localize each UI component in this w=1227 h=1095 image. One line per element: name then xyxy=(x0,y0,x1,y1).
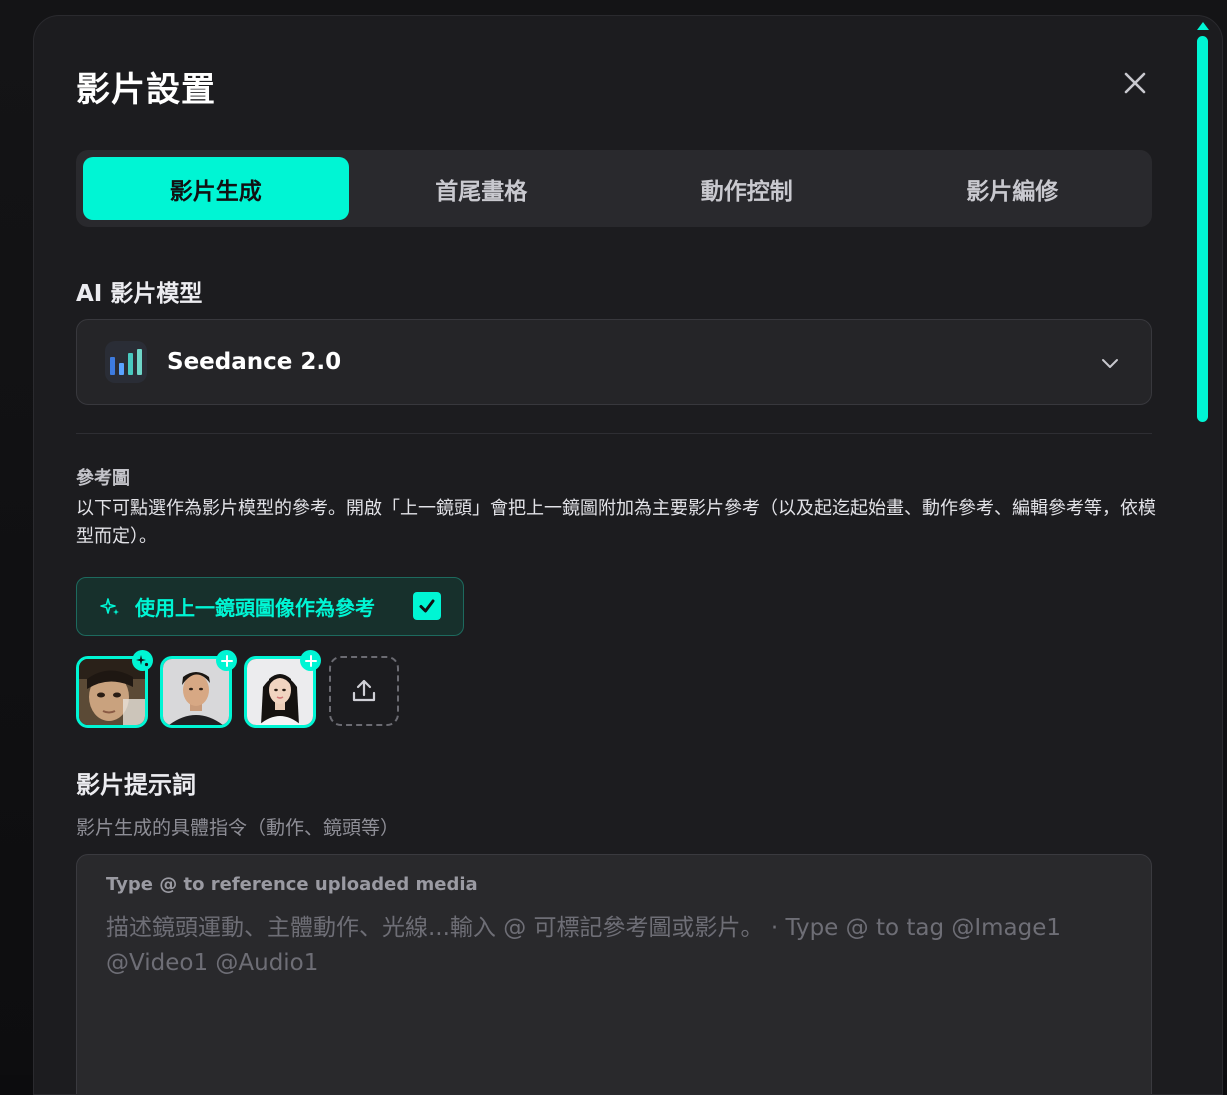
tab-motion-control[interactable]: 動作控制 xyxy=(614,157,880,220)
woman-portrait xyxy=(247,659,313,725)
section-divider xyxy=(76,433,1152,434)
selected-model-name: Seedance 2.0 xyxy=(167,349,342,375)
prompt-title: 影片提示詞 xyxy=(76,771,196,799)
close-button[interactable] xyxy=(1120,68,1150,98)
prompt-subtitle: 影片生成的具體指令（動作、鏡頭等） xyxy=(76,817,400,839)
plus-icon xyxy=(216,650,237,671)
upload-reference-button[interactable] xyxy=(329,656,399,726)
tab-video-edit[interactable]: 影片編修 xyxy=(880,157,1146,220)
scrollbar-thumb[interactable] xyxy=(1197,36,1208,422)
previous-shot-portrait xyxy=(79,659,145,725)
tab-video-generation[interactable]: 影片生成 xyxy=(83,157,349,220)
use-previous-shot-toggle[interactable]: 使用上一鏡頭圖像作為參考 xyxy=(76,577,464,636)
seedance-logo-icon xyxy=(105,341,147,383)
woman-portrait-image xyxy=(247,659,313,725)
model-dropdown[interactable]: Seedance 2.0 xyxy=(76,319,1152,405)
sparkle-icon xyxy=(100,597,119,615)
sparkle-icon xyxy=(132,650,153,671)
woman-portrait-thumbnail[interactable] xyxy=(244,650,321,728)
use-previous-shot-checkbox[interactable] xyxy=(413,592,441,620)
tab-first-last-frame[interactable]: 首尾畫格 xyxy=(349,157,615,220)
man-portrait-image xyxy=(163,659,229,725)
mode-tabs: 影片生成 首尾畫格 動作控制 影片編修 xyxy=(76,150,1152,227)
previous-shot-image xyxy=(79,659,145,725)
plus-icon xyxy=(300,650,321,671)
chevron-down-icon xyxy=(1102,359,1118,368)
use-previous-shot-label: 使用上一鏡頭圖像作為參考 xyxy=(135,596,375,620)
video-settings-dialog: 影片設置 影片生成 首尾畫格 動作控制 影片編修 AI 影片模型 Seedanc… xyxy=(33,15,1223,1095)
prompt-hint: Type @ to reference uploaded media xyxy=(106,874,478,895)
reference-title: 參考圖 xyxy=(76,468,130,489)
man-portrait xyxy=(163,659,229,725)
prompt-textarea[interactable] xyxy=(106,911,1116,1071)
scrollbar[interactable] xyxy=(1196,22,1209,1072)
model-section-label: AI 影片模型 xyxy=(76,281,203,307)
prompt-field: Type @ to reference uploaded media xyxy=(76,854,1152,1094)
checkmark-icon xyxy=(419,599,435,613)
previous-shot-thumbnail[interactable] xyxy=(76,650,153,728)
scroll-up-arrow-icon[interactable] xyxy=(1197,22,1209,30)
man-portrait-thumbnail[interactable] xyxy=(160,650,237,728)
upload-icon xyxy=(352,679,376,702)
reference-description: 以下可點選作為影片模型的參考。開啟「上一鏡頭」會把上一鏡圖附加為主要影片參考（以… xyxy=(76,498,1156,547)
close-icon xyxy=(1124,72,1146,94)
dialog-title: 影片設置 xyxy=(76,70,216,110)
